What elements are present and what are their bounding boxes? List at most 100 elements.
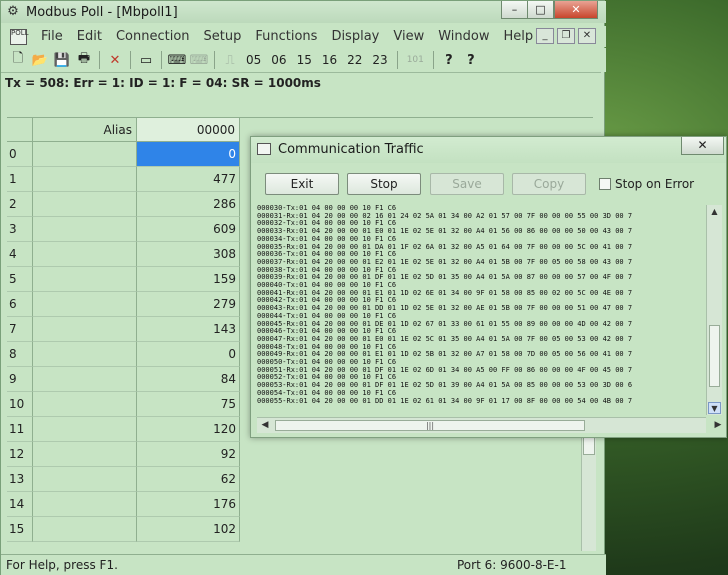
alias-cell[interactable]: [33, 142, 137, 167]
stop-on-error-checkbox[interactable]: [599, 178, 611, 190]
stop-button[interactable]: Stop: [347, 173, 421, 195]
alias-cell[interactable]: [33, 192, 137, 217]
menu-window[interactable]: Window: [431, 29, 496, 44]
alias-cell[interactable]: [33, 442, 137, 467]
open-folder-icon[interactable]: 📂: [29, 49, 51, 71]
scroll-down-icon[interactable]: ▼: [708, 402, 721, 414]
alias-column-header[interactable]: Alias: [33, 118, 137, 142]
row-number[interactable]: 6: [7, 292, 33, 317]
menu-edit[interactable]: Edit: [70, 29, 109, 44]
function-23-button[interactable]: 23: [367, 53, 392, 67]
alias-cell[interactable]: [33, 167, 137, 192]
row-number[interactable]: 15: [7, 517, 33, 542]
menu-file[interactable]: File: [34, 29, 70, 44]
doc-restore-button[interactable]: ❐: [557, 28, 575, 44]
row-number[interactable]: 4: [7, 242, 33, 267]
save-icon[interactable]: 💾: [51, 49, 73, 71]
register-column-header[interactable]: 00000: [137, 118, 240, 142]
help-icon[interactable]: ?: [438, 49, 460, 71]
traffic-horizontal-scrollbar[interactable]: ◀ ||| ▶: [257, 417, 721, 433]
row-number[interactable]: 12: [7, 442, 33, 467]
disconnect-icon[interactable]: ⌨: [188, 49, 210, 71]
alias-cell[interactable]: [33, 292, 137, 317]
doc-close-button[interactable]: ✕: [578, 28, 596, 44]
register-value-cell[interactable]: 159: [137, 267, 240, 292]
menu-connection[interactable]: Connection: [109, 29, 197, 44]
row-number[interactable]: 9: [7, 367, 33, 392]
register-value-cell[interactable]: 279: [137, 292, 240, 317]
register-value-cell[interactable]: 176: [137, 492, 240, 517]
menu-view[interactable]: View: [386, 29, 431, 44]
row-number[interactable]: 2: [7, 192, 33, 217]
traffic-log[interactable]: 000030-Tx:01 04 00 00 00 10 F1 C6 000031-…: [257, 205, 706, 415]
alias-cell[interactable]: [33, 217, 137, 242]
row-number[interactable]: 10: [7, 392, 33, 417]
menu-functions[interactable]: Functions: [248, 29, 324, 44]
register-value-cell[interactable]: 0: [137, 142, 240, 167]
row-number[interactable]: 14: [7, 492, 33, 517]
menu-help[interactable]: Help: [496, 29, 540, 44]
row-number[interactable]: 3: [7, 217, 33, 242]
scroll-left-icon[interactable]: ◀: [259, 420, 271, 430]
grid-corner[interactable]: [7, 118, 33, 142]
alias-cell[interactable]: [33, 342, 137, 367]
register-value-cell[interactable]: 609: [137, 217, 240, 242]
traffic-close-button[interactable]: ✕: [681, 137, 724, 155]
register-value-cell[interactable]: 102: [137, 517, 240, 542]
register-value-cell[interactable]: 308: [137, 242, 240, 267]
function-22-button[interactable]: 22: [342, 53, 367, 67]
grid-vertical-scrollbar[interactable]: [581, 421, 596, 551]
alias-cell[interactable]: [33, 267, 137, 292]
alias-cell[interactable]: [33, 467, 137, 492]
alias-cell[interactable]: [33, 517, 137, 542]
row-number[interactable]: 5: [7, 267, 33, 292]
function-101-button[interactable]: 101: [402, 55, 429, 65]
scrollbar-thumb[interactable]: |||: [275, 420, 585, 431]
row-number[interactable]: 13: [7, 467, 33, 492]
pulse-icon[interactable]: ⎍: [219, 49, 241, 71]
register-value-cell[interactable]: 477: [137, 167, 240, 192]
traffic-title-bar[interactable]: Communication Traffic ✕: [251, 137, 726, 163]
function-15-button[interactable]: 15: [292, 53, 317, 67]
row-number[interactable]: 8: [7, 342, 33, 367]
doc-minimize-button[interactable]: _: [536, 28, 554, 44]
function-16-button[interactable]: 16: [317, 53, 342, 67]
register-value-cell[interactable]: 75: [137, 392, 240, 417]
save-log-button[interactable]: Save: [430, 173, 504, 195]
alias-cell[interactable]: [33, 317, 137, 342]
scroll-up-icon[interactable]: ▲: [708, 206, 721, 218]
register-value-cell[interactable]: 120: [137, 417, 240, 442]
menu-setup[interactable]: Setup: [197, 29, 249, 44]
register-value-cell[interactable]: 84: [137, 367, 240, 392]
close-button[interactable]: ✕: [554, 1, 598, 19]
maximize-button[interactable]: □: [527, 1, 554, 19]
register-value-cell[interactable]: 143: [137, 317, 240, 342]
minimize-button[interactable]: –: [501, 1, 528, 19]
alias-cell[interactable]: [33, 417, 137, 442]
row-number[interactable]: 11: [7, 417, 33, 442]
register-value-cell[interactable]: 286: [137, 192, 240, 217]
row-number[interactable]: 1: [7, 167, 33, 192]
exit-button[interactable]: Exit: [265, 173, 339, 195]
traffic-vertical-scrollbar[interactable]: ▲ ▼: [706, 205, 722, 415]
row-number[interactable]: 0: [7, 142, 33, 167]
connect-icon[interactable]: ⌨: [166, 49, 188, 71]
function-05-button[interactable]: 05: [241, 53, 266, 67]
register-value-cell[interactable]: 62: [137, 467, 240, 492]
new-file-icon[interactable]: 🗋: [7, 49, 29, 71]
alias-cell[interactable]: [33, 242, 137, 267]
scroll-right-icon[interactable]: ▶: [712, 420, 724, 430]
print-icon[interactable]: 🖶: [73, 49, 95, 71]
alias-cell[interactable]: [33, 367, 137, 392]
window-icon[interactable]: ▭: [135, 49, 157, 71]
document-icon[interactable]: POLL: [10, 28, 29, 45]
delete-icon[interactable]: ✕: [104, 49, 126, 71]
row-number[interactable]: 7: [7, 317, 33, 342]
alias-cell[interactable]: [33, 392, 137, 417]
register-value-cell[interactable]: 0: [137, 342, 240, 367]
menu-display[interactable]: Display: [324, 29, 386, 44]
alias-cell[interactable]: [33, 492, 137, 517]
function-06-button[interactable]: 06: [266, 53, 291, 67]
context-help-icon[interactable]: ?: [460, 49, 482, 71]
register-value-cell[interactable]: 92: [137, 442, 240, 467]
